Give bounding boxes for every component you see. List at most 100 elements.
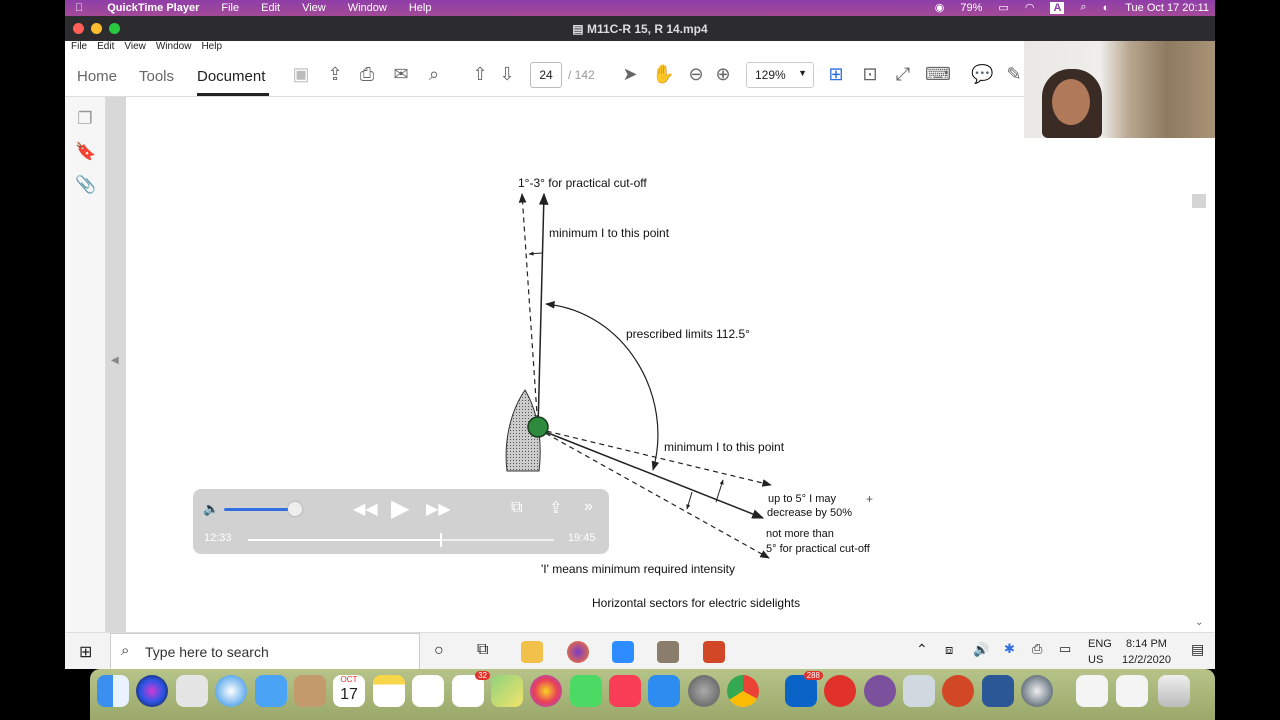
menubar-datetime[interactable]: Tue Oct 17 20:11 [1125,2,1209,14]
zoom-out-icon[interactable]: ⊖ [685,63,707,85]
highlight-pen-icon[interactable]: ✎ [1003,63,1025,85]
windows-start-icon[interactable]: ⊞ [79,642,92,662]
language-indicator[interactable]: ENG US [1088,636,1112,668]
acro-menu-view[interactable]: View [124,41,146,53]
acro-menu-file[interactable]: File [71,41,87,53]
scrollbar-thumb[interactable] [1192,194,1206,208]
volume-slider[interactable] [224,508,296,511]
battery-icon[interactable]: ▭ [998,1,1008,14]
wifi-status-icon[interactable]: ◉ [935,1,945,14]
apple-logo-icon[interactable]:  [75,2,83,14]
contacts-icon[interactable] [294,675,326,707]
timeline-scrubber[interactable] [248,533,554,547]
photos-icon[interactable] [530,675,562,707]
menu-window[interactable]: Window [348,2,387,14]
scroll-down-icon[interactable]: ⌄ [1195,617,1203,628]
notes-icon[interactable] [373,675,405,707]
system-preferences-icon[interactable] [688,675,720,707]
control-center-icon[interactable]: ◐ [1103,2,1110,14]
timeline-playhead[interactable] [439,533,442,547]
vertical-scrollbar[interactable]: ⌄ [1190,137,1215,632]
tab-home[interactable]: Home [77,68,117,85]
battery-tray-icon[interactable]: ▭ [1059,641,1071,657]
fit-width-icon[interactable]: ⊞ [825,63,847,85]
menu-edit[interactable]: Edit [261,2,280,14]
notifications-icon[interactable]: ▤ [1191,641,1204,658]
freeform-icon[interactable] [412,675,444,707]
picture-in-picture-icon[interactable]: ⧉ [511,499,522,517]
acro-menu-edit[interactable]: Edit [97,41,114,53]
firefox-icon[interactable] [567,641,589,663]
acro-menu-help[interactable]: Help [201,41,222,53]
zoom-in-icon[interactable]: ⊕ [712,63,734,85]
taskbar-search-input[interactable]: ⌕ Type here to search [110,633,420,670]
preview-icon[interactable] [903,675,935,707]
tab-document[interactable]: Document [197,68,265,85]
email-app-icon[interactable] [824,675,856,707]
page-thumbnails-icon[interactable]: ❐ [75,109,95,131]
hand-tool-icon[interactable]: ✋ [652,63,674,85]
file-explorer-icon[interactable] [521,641,543,663]
volume-knob[interactable] [288,502,302,516]
safari-icon[interactable] [215,675,247,707]
panel-collapse-strip[interactable]: ◀ [106,97,126,632]
network-icon[interactable]: ⧈ [945,642,953,658]
save-icon[interactable]: ▣ [290,63,312,85]
bluetooth-icon[interactable]: ✱ [1004,641,1015,657]
wifi-icon[interactable]: ◠ [1025,1,1035,14]
search-icon[interactable]: ⌕ [1080,1,1086,14]
cortana-icon[interactable]: ○ [434,642,444,660]
launchpad-icon[interactable] [176,675,208,707]
task-view-icon[interactable]: ⧉ [477,641,488,659]
word-icon[interactable] [982,675,1014,707]
taskbar-clock[interactable]: 8:14 PM 12/2/2020 [1122,636,1171,668]
menu-help[interactable]: Help [409,2,432,14]
upload-icon[interactable]: ⇪ [324,63,346,85]
bookmark-icon[interactable]: 🔖 [75,142,96,164]
music-icon[interactable] [609,675,641,707]
app-icon[interactable] [657,641,679,663]
chrome-icon[interactable] [727,675,759,707]
attachment-icon[interactable]: 📎 [75,175,96,197]
app-store-icon[interactable] [648,675,680,707]
volume-icon[interactable]: 🔈 [203,501,219,517]
find-icon[interactable]: ⌕ [423,63,445,85]
select-tool-icon[interactable]: ➤ [619,63,641,85]
more-controls-icon[interactable]: » [584,498,593,516]
input-source-icon[interactable]: A [1050,1,1065,14]
menu-app-name[interactable]: QuickTime Player [107,2,199,14]
viber-icon[interactable] [864,675,896,707]
fit-page-icon[interactable]: ⊡ [859,63,881,85]
chevron-left-icon[interactable]: ◀ [111,355,119,366]
battery-percent[interactable]: 79% [960,2,982,14]
siri-icon[interactable] [136,675,168,707]
chevron-up-icon[interactable]: ⌃ [916,641,928,658]
page-number-input[interactable]: 24 [530,62,562,88]
share-icon[interactable]: ⇪ [549,498,562,518]
comment-icon[interactable]: 💬 [971,63,993,85]
full-screen-icon[interactable]: ⤢ [892,63,914,85]
document-stack-icon[interactable] [1076,675,1108,707]
speaker-icon[interactable]: 🔊 [973,642,989,658]
scroll-mode-icon[interactable]: ⌨ [925,63,951,85]
acro-menu-window[interactable]: Window [156,41,192,53]
next-page-icon[interactable]: ⇩ [496,63,518,85]
printer-icon[interactable]: ⎙ [1032,641,1042,657]
zoom-app-icon[interactable] [612,641,634,663]
previous-page-icon[interactable]: ⇧ [469,63,491,85]
rewind-icon[interactable]: ◀◀ [353,499,378,519]
fast-forward-icon[interactable]: ▶▶ [426,499,451,519]
reminders-icon[interactable]: 32 [452,671,490,707]
quicktime-icon[interactable] [1021,675,1053,707]
outlook-icon[interactable]: 288 [785,671,823,707]
downloads-stack-icon[interactable] [1116,675,1148,707]
calendar-icon[interactable]: OCT 17 [333,675,365,707]
print-icon[interactable]: ⎙ [356,63,378,85]
email-icon[interactable]: ✉ [390,63,412,85]
tab-tools[interactable]: Tools [139,68,174,85]
powerpoint-icon[interactable] [703,641,725,663]
maps-icon[interactable] [491,675,523,707]
powerpoint-dock-icon[interactable] [942,675,974,707]
messages-icon[interactable] [570,675,602,707]
mail-icon[interactable] [255,675,287,707]
